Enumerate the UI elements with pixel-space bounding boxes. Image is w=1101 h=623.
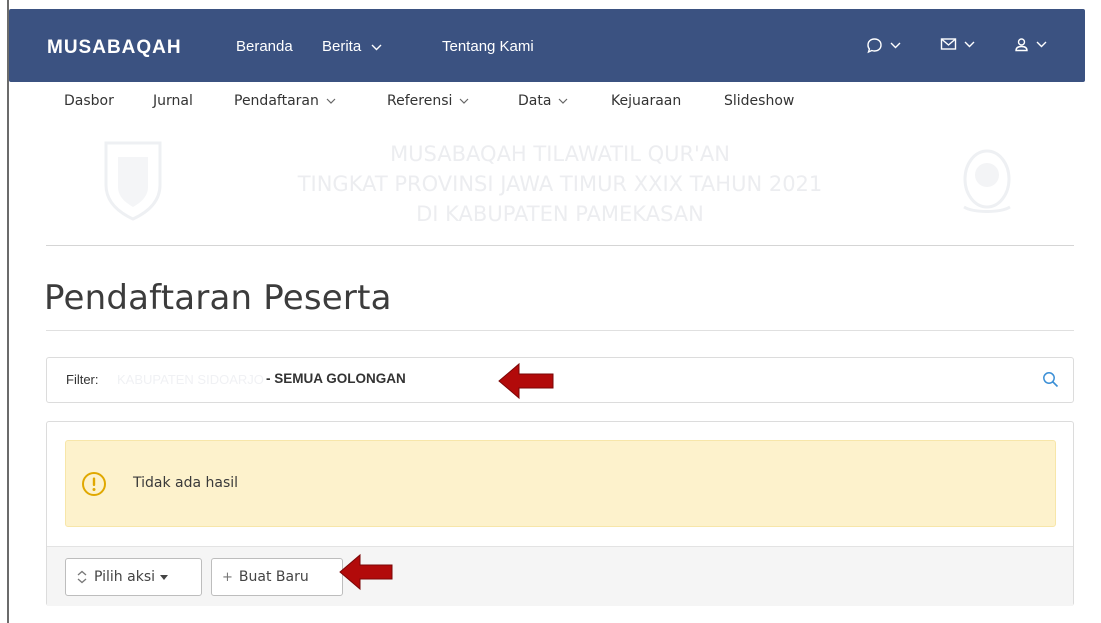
chevron-down-icon — [890, 42, 901, 49]
choose-action-label: Pilih aksi — [94, 569, 155, 585]
menu-jurnal-label: Jurnal — [153, 93, 193, 109]
chevron-down-icon — [1036, 41, 1047, 48]
province-emblem-icon — [104, 141, 162, 221]
top-navbar: MUSABAQAH Beranda Berita Tentang Kami — [9, 9, 1085, 82]
nav-beranda[interactable]: Beranda — [236, 38, 293, 55]
annotation-arrow-icon — [339, 553, 393, 591]
create-new-button[interactable]: + Buat Baru — [211, 558, 343, 596]
empty-result-message: Tidak ada hasil — [133, 475, 239, 491]
page-title: Pendaftaran Peserta — [44, 278, 392, 318]
user-icon — [1015, 38, 1028, 52]
menu-kejuaraan-label: Kejuaraan — [611, 93, 682, 109]
empty-result-alert: Tidak ada hasil — [65, 440, 1056, 527]
filter-region: KABUPATEN SIDOARJO — [117, 372, 264, 387]
menu-dasbor-label: Dasbor — [64, 93, 114, 109]
create-new-label: Buat Baru — [238, 569, 309, 585]
menu-dasbor[interactable]: Dasbor — [64, 93, 114, 109]
nav-beranda-label: Beranda — [236, 38, 293, 55]
annotation-arrow-icon — [498, 362, 554, 400]
choose-action-dropdown[interactable]: Pilih aksi — [65, 558, 202, 596]
menu-slideshow-label: Slideshow — [724, 93, 795, 109]
mail-menu[interactable] — [940, 37, 975, 51]
action-toolbar: Pilih aksi + Buat Baru — [47, 546, 1073, 606]
menu-kejuaraan[interactable]: Kejuaraan — [611, 93, 681, 109]
chevron-down-icon — [459, 98, 469, 104]
banner-title-line3: DI KABUPATEN PAMEKASAN — [416, 202, 704, 226]
results-panel: Tidak ada hasil Pilih aksi + Buat Baru — [46, 421, 1074, 606]
nav-tentang-kami[interactable]: Tentang Kami — [442, 38, 534, 55]
filter-label: Filter: — [66, 372, 99, 387]
chevron-down-icon — [559, 98, 568, 104]
menu-pendaftaran-label: Pendaftaran — [234, 93, 319, 109]
warning-icon — [82, 472, 106, 496]
banner-title-line2: TINGKAT PROVINSI JAWA TIMUR XXIX TAHUN 2… — [297, 172, 823, 196]
user-menu[interactable] — [1014, 37, 1047, 52]
menu-data-label: Data — [518, 93, 552, 109]
menu-data[interactable]: Data — [518, 93, 568, 109]
event-banner: MUSABAQAH TILAWATIL QUR'AN TINGKAT PROVI… — [46, 137, 1074, 237]
banner-title-line1: MUSABAQAH TILAWATIL QUR'AN — [390, 142, 730, 166]
plus-icon: + — [222, 569, 233, 585]
caret-down-icon — [160, 574, 168, 580]
chevron-down-icon — [964, 41, 975, 47]
nav-berita[interactable]: Berita — [322, 38, 382, 55]
menu-referensi-label: Referensi — [387, 93, 453, 109]
organization-emblem-icon — [963, 149, 1011, 213]
filter-bar[interactable]: Filter: KABUPATEN SIDOARJO - SEMUA GOLON… — [46, 357, 1074, 403]
menu-slideshow[interactable]: Slideshow — [724, 93, 794, 109]
menu-referensi[interactable]: Referensi — [387, 93, 469, 109]
divider — [46, 245, 1074, 246]
filter-group: - SEMUA GOLONGAN — [266, 371, 406, 386]
menu-pendaftaran[interactable]: Pendaftaran — [234, 93, 336, 109]
nav-berita-label: Berita — [322, 38, 362, 55]
nav-tentang-kami-label: Tentang Kami — [442, 38, 534, 55]
brand-logo[interactable]: MUSABAQAH — [47, 37, 182, 59]
chat-menu[interactable] — [866, 37, 901, 54]
chevron-down-icon — [371, 44, 382, 51]
window-edge — [7, 0, 9, 623]
mail-icon — [940, 38, 957, 50]
sort-icon — [77, 570, 87, 584]
chevron-down-icon — [326, 98, 336, 104]
divider — [46, 330, 1074, 331]
menu-jurnal[interactable]: Jurnal — [153, 93, 193, 109]
chat-icon — [867, 38, 882, 54]
search-icon[interactable] — [1042, 371, 1059, 388]
